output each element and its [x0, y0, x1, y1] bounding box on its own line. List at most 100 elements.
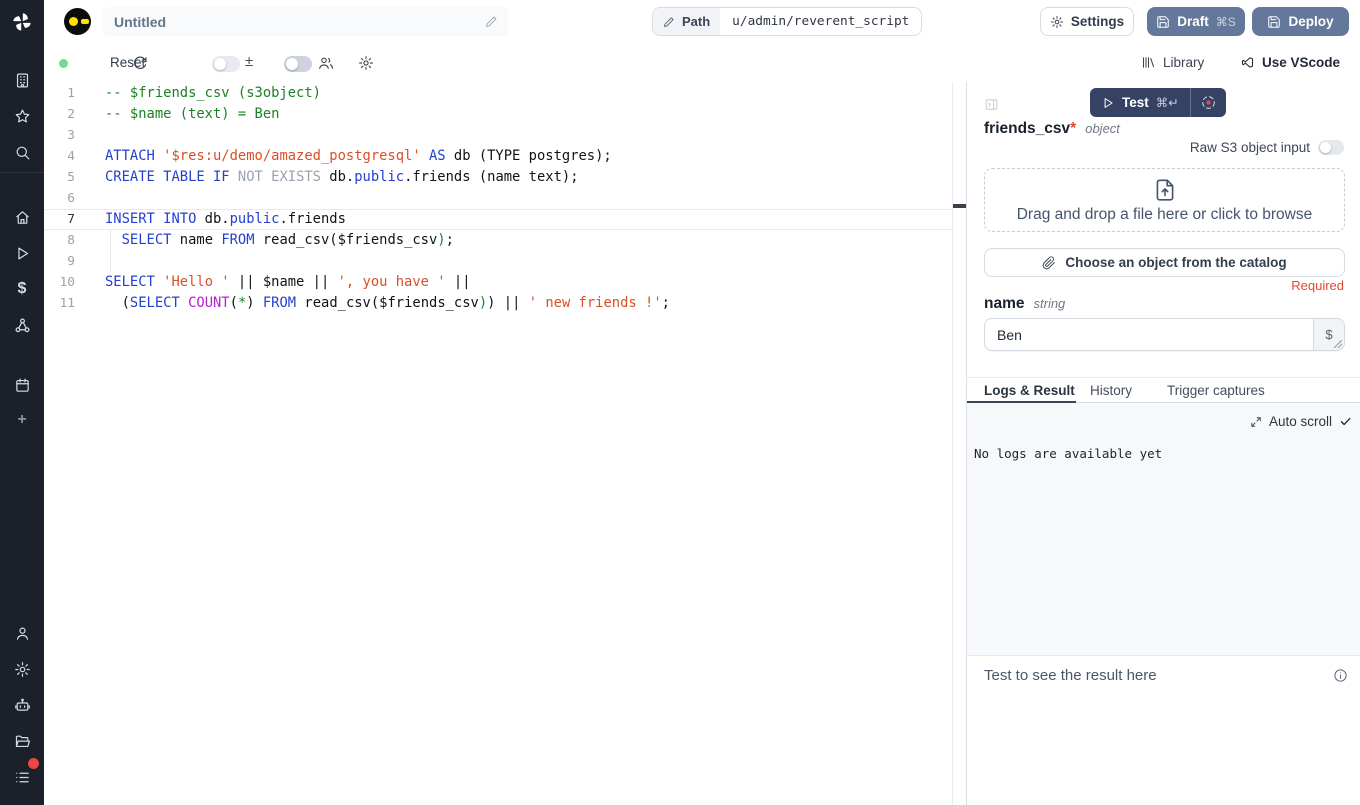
script-title-input[interactable]: Untitled [102, 7, 508, 36]
path-field[interactable]: Path u/admin/reverent_script [652, 7, 922, 36]
resources-icon[interactable] [0, 314, 44, 336]
audit-logs-list-icon[interactable] [0, 766, 44, 788]
code-text: (SELECT COUNT(*) FROM read_csv($friends_… [105, 293, 670, 314]
favorites-star-icon[interactable] [0, 105, 44, 127]
deploy-button[interactable]: Deploy [1252, 7, 1349, 36]
workspace-building-icon[interactable] [0, 69, 44, 91]
code-line[interactable]: 10SELECT 'Hello ' || $name || ', you hav… [44, 272, 952, 293]
panel-tabs: Logs & Result History Trigger captures [967, 377, 1360, 403]
run-preview-panel: Test ⌘↵ friends_csv* object Raw S3 objec… [966, 82, 1360, 805]
file-dropzone[interactable]: Drag and drop a file here or click to br… [984, 168, 1345, 232]
code-line[interactable]: 3 [44, 125, 952, 146]
test-button-group: Test ⌘↵ [1090, 88, 1226, 117]
code-line[interactable]: 6 [44, 188, 952, 209]
runs-play-icon[interactable] [0, 242, 44, 264]
script-title-value: Untitled [114, 14, 485, 30]
toggle-knob [214, 58, 226, 70]
expand-icon [1250, 416, 1262, 428]
duckdb-eye [69, 17, 78, 26]
tab-logs-result[interactable]: Logs & Result [984, 383, 1075, 398]
raw-s3-toggle[interactable] [1318, 140, 1344, 155]
arg-type: object [1085, 121, 1120, 136]
paperclip-icon [1042, 256, 1056, 270]
code-line[interactable]: 9 [44, 251, 952, 272]
code-line[interactable]: 8 SELECT name FROM read_csv($friends_csv… [44, 230, 952, 251]
editor-settings-gear-icon[interactable] [358, 55, 374, 71]
multiplayer-toggle[interactable] [284, 56, 312, 72]
ai-robot-icon[interactable] [0, 694, 44, 716]
line-number: 11 [44, 293, 75, 314]
auto-scroll-label: Auto scroll [1269, 414, 1332, 429]
left-sidebar: $ + [0, 0, 44, 805]
choose-object-button[interactable]: Choose an object from the catalog [984, 248, 1345, 277]
settings-gear-icon[interactable] [0, 658, 44, 680]
required-text: Required [1291, 278, 1344, 293]
code-line[interactable]: 1 -- $friends_csv (s3object) [44, 83, 952, 104]
settings-button[interactable]: Settings [1040, 7, 1134, 36]
topbar: Untitled Path u/admin/reverent_script Se… [44, 0, 1360, 44]
settings-label: Settings [1071, 14, 1124, 29]
code-text: SELECT 'Hello ' || $name || ', you have … [105, 272, 471, 293]
code-text: ATTACH '$res:u/demo/amazed_postgresql' A… [105, 146, 612, 167]
path-label-segment: Path [653, 8, 720, 35]
diff-toggle[interactable] [212, 56, 240, 72]
name-text-input[interactable]: Ben $ [984, 318, 1345, 351]
code-editor[interactable]: 1 -- $friends_csv (s3object)2-- $name (te… [44, 82, 966, 805]
auto-scroll-control[interactable]: Auto scroll [1250, 414, 1352, 429]
code-text: CREATE TABLE IF NOT EXISTS db.public.fri… [105, 167, 579, 188]
test-button[interactable]: Test ⌘↵ [1090, 88, 1190, 117]
windmill-logo-icon[interactable] [0, 0, 44, 44]
dropzone-text: Drag and drop a file here or click to br… [1017, 206, 1313, 224]
user-account-icon[interactable] [0, 622, 44, 644]
tab-trigger-captures[interactable]: Trigger captures [1167, 383, 1265, 398]
code-line[interactable]: 5CREATE TABLE IF NOT EXISTS db.public.fr… [44, 167, 952, 188]
name-input-value: Ben [985, 327, 1313, 343]
sidebar-divider [0, 172, 44, 173]
library-label: Library [1163, 55, 1204, 70]
code-text: -- $friends_csv (s3object) [105, 83, 321, 104]
raw-s3-label: Raw S3 object input [1190, 140, 1310, 155]
draft-label: Draft [1177, 14, 1209, 29]
draft-button[interactable]: Draft ⌘S [1147, 7, 1245, 36]
choose-object-label: Choose an object from the catalog [1065, 255, 1286, 270]
search-icon[interactable] [0, 141, 44, 163]
arg-type: string [1034, 296, 1066, 311]
duckdb-language-icon[interactable] [64, 8, 91, 35]
code-text: INSERT INTO db.public.friends [105, 209, 346, 230]
tab-history[interactable]: History [1090, 383, 1132, 398]
code-line[interactable]: 4ATTACH '$res:u/demo/amazed_postgresql' … [44, 146, 952, 167]
dollar-template-button[interactable]: $ [1313, 319, 1344, 350]
toggle-knob [1320, 142, 1331, 153]
collapse-panel-icon[interactable] [984, 97, 999, 112]
arg-friends-csv-label: friends_csv* object [984, 120, 1120, 138]
gear-icon [1050, 15, 1064, 29]
users-icon [318, 55, 334, 71]
code-line[interactable]: 11 (SELECT COUNT(*) FROM read_csv($frien… [44, 293, 952, 314]
arg-name: name [984, 295, 1025, 313]
status-dot [59, 59, 68, 68]
save-icon [1267, 15, 1281, 29]
resize-handle[interactable] [1334, 340, 1342, 348]
add-plus-icon[interactable]: + [0, 409, 44, 431]
reset-label[interactable]: Reset [110, 55, 145, 70]
edit-pencil-icon [663, 16, 675, 28]
schedules-calendar-icon[interactable] [0, 374, 44, 396]
use-vscode-button[interactable]: Use VScode [1240, 55, 1340, 70]
result-area: Test to see the result here [967, 655, 1360, 805]
variables-dollar-icon[interactable]: $ [0, 278, 44, 300]
library-button[interactable]: Library [1141, 55, 1204, 70]
code-lines: 1 -- $friends_csv (s3object)2-- $name (te… [44, 83, 952, 314]
vscode-icon [1240, 55, 1255, 70]
folders-icon[interactable] [0, 730, 44, 752]
info-icon[interactable] [1333, 668, 1348, 683]
code-line[interactable]: 7INSERT INTO db.public.friends [44, 209, 952, 230]
overview-ruler[interactable] [952, 82, 966, 805]
home-icon[interactable] [0, 206, 44, 228]
line-number: 8 [44, 230, 75, 251]
library-books-icon [1141, 55, 1156, 70]
code-line[interactable]: 2-- $name (text) = Ben [44, 104, 952, 125]
line-number: 1 [44, 83, 75, 104]
file-upload-icon [1152, 177, 1178, 203]
plus-minus-icon: ± [245, 53, 253, 70]
capture-button[interactable] [1191, 88, 1226, 117]
